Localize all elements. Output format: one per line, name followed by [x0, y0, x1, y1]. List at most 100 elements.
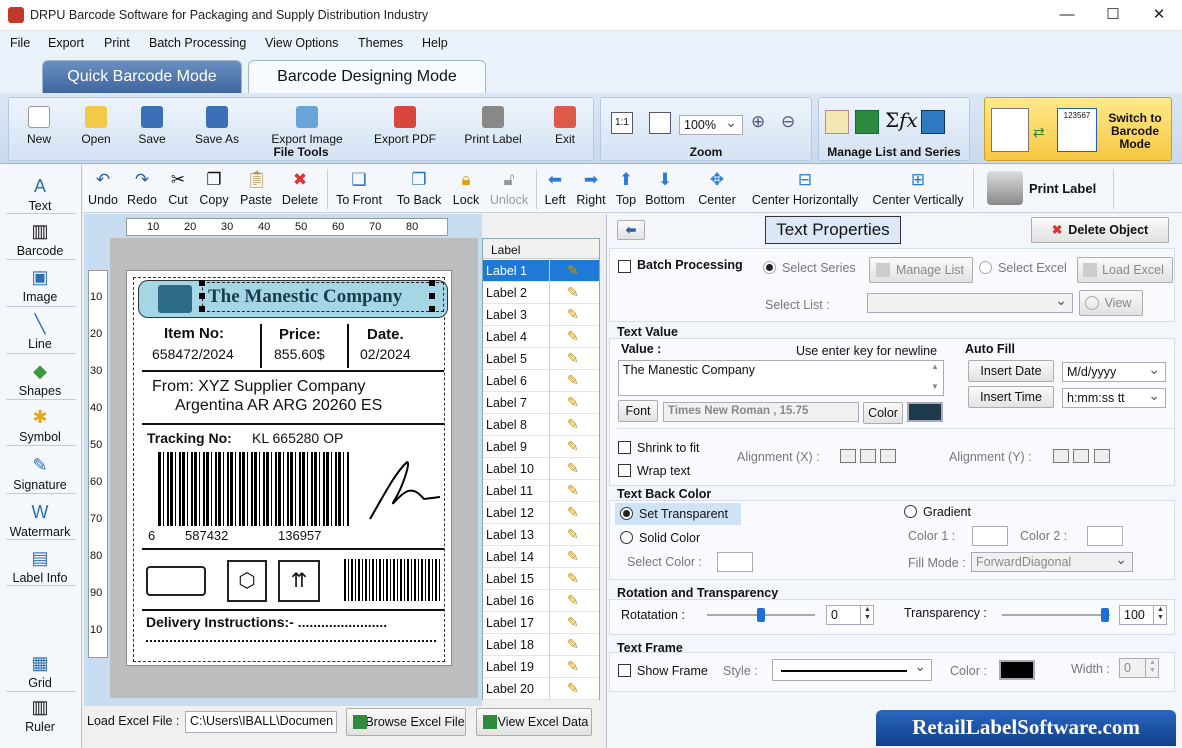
color-2-swatch[interactable]	[1087, 526, 1123, 546]
symbol-tool[interactable]: ✱ Symbol	[0, 406, 80, 444]
resize-handle[interactable]	[199, 280, 205, 286]
text-tool[interactable]: A Text	[0, 175, 80, 213]
label-list-item[interactable]: Label 6 ✎	[483, 370, 599, 392]
show-frame-checkbox[interactable]	[618, 664, 631, 677]
label-list-item[interactable]: Label 3 ✎	[483, 304, 599, 326]
edit-pencil-icon[interactable]: ✎	[567, 350, 579, 367]
menu-file[interactable]: File	[10, 36, 30, 50]
edit-pencil-icon[interactable]: ✎	[567, 614, 579, 631]
linear-barcode[interactable]	[158, 452, 350, 526]
zoom-in-icon[interactable]: ⊕	[751, 112, 765, 132]
label-list-item[interactable]: Label 11 ✎	[483, 480, 599, 502]
label-list-item[interactable]: Label 10 ✎	[483, 458, 599, 480]
align-left-icon[interactable]	[840, 449, 856, 463]
label-list-item[interactable]: Label 9 ✎	[483, 436, 599, 458]
edit-pencil-icon[interactable]: ✎	[567, 526, 579, 543]
image-tool[interactable]: ▣ Image	[0, 266, 80, 304]
tab-quick-barcode-mode[interactable]: Quick Barcode Mode	[42, 60, 242, 93]
color-1-swatch[interactable]	[972, 526, 1008, 546]
fit-to-window-icon[interactable]	[649, 112, 671, 134]
select-excel-radio[interactable]	[979, 261, 992, 274]
scroll-down-icon[interactable]: ▼	[931, 382, 939, 391]
delete-button[interactable]: ✖ Delete	[280, 170, 320, 207]
transparency-slider-thumb[interactable]	[1101, 608, 1109, 622]
browse-excel-button[interactable]: Browse Excel File	[346, 708, 466, 736]
frame-width-spinner[interactable]: ▲ ▼	[1145, 659, 1159, 677]
edit-list-icon[interactable]	[825, 110, 849, 134]
menu-print[interactable]: Print	[104, 36, 130, 50]
unlock-button[interactable]: 🔓︎ Unlock	[488, 170, 530, 207]
cut-button[interactable]: ✂ Cut	[165, 170, 191, 207]
delete-object-button[interactable]: ✖ Delete Object	[1031, 217, 1169, 243]
signature-image[interactable]	[364, 455, 444, 527]
label-list-item[interactable]: Label 13 ✎	[483, 524, 599, 546]
rotation-slider-thumb[interactable]	[757, 608, 765, 622]
edit-pencil-icon[interactable]: ✎	[567, 548, 579, 565]
edit-pencil-icon[interactable]: ✎	[567, 284, 579, 301]
align-bottom-button[interactable]: ⬇ Bottom	[644, 170, 686, 207]
label-list-item[interactable]: Label 5 ✎	[483, 348, 599, 370]
new-button[interactable]: New	[25, 106, 53, 146]
align-right-button[interactable]: ➡ Right	[575, 170, 607, 207]
load-excel-button[interactable]: Load Excel	[1077, 257, 1173, 283]
resize-handle[interactable]	[199, 293, 205, 299]
redo-button[interactable]: ↷ Redo	[126, 170, 158, 207]
view-button[interactable]: View	[1079, 290, 1143, 316]
lock-button[interactable]: 🔒︎ Lock	[451, 170, 481, 207]
switch-to-barcode-mode-button[interactable]: ⇄ 123567 Switch to Barcode Mode	[984, 97, 1172, 161]
edit-pencil-icon[interactable]: ✎	[567, 680, 579, 697]
label-list-item[interactable]: Label 19 ✎	[483, 656, 599, 678]
label-list-item[interactable]: Label 20 ✎	[483, 678, 599, 700]
export-image-button[interactable]: Export Image	[266, 106, 348, 146]
center-vertically-button[interactable]: ⊞ Center Vertically	[870, 170, 966, 207]
zoom-out-icon[interactable]: ⊖	[781, 112, 795, 132]
align-middle-icon[interactable]	[1073, 449, 1089, 463]
copy-button[interactable]: ❐ Copy	[197, 170, 231, 207]
ruler-tool[interactable]: ▥ Ruler	[0, 696, 80, 734]
edit-pencil-icon[interactable]: ✎	[567, 416, 579, 433]
time-format-select[interactable]: h:mm:ss tt	[1062, 387, 1166, 408]
maximize-button[interactable]: ☐	[1090, 0, 1136, 31]
resize-handle[interactable]	[429, 306, 435, 312]
to-front-button[interactable]: ❏ To Front	[334, 170, 384, 207]
solid-color-radio[interactable]	[620, 531, 633, 544]
resize-handle[interactable]	[429, 280, 435, 286]
edit-pencil-icon[interactable]: ✎	[567, 262, 579, 279]
shapes-tool[interactable]: ◆ Shapes	[0, 360, 80, 398]
transparency-slider[interactable]	[1002, 614, 1110, 616]
label-list-item[interactable]: Label 15 ✎	[483, 568, 599, 590]
color-button[interactable]: Color	[863, 402, 903, 424]
label-list-item[interactable]: Label 18 ✎	[483, 634, 599, 656]
align-right-icon[interactable]	[880, 449, 896, 463]
align-bottom-icon[interactable]	[1094, 449, 1110, 463]
align-top-button[interactable]: ⬆ Top	[614, 170, 638, 207]
edit-pencil-icon[interactable]: ✎	[567, 460, 579, 477]
label-list-item[interactable]: Label 14 ✎	[483, 546, 599, 568]
resize-handle[interactable]	[429, 293, 435, 299]
formula-icon[interactable]: Σfx	[885, 108, 918, 132]
label-list-item[interactable]: Label 12 ✎	[483, 502, 599, 524]
edit-pencil-icon[interactable]: ✎	[567, 482, 579, 499]
edit-pencil-icon[interactable]: ✎	[567, 636, 579, 653]
insert-time-button[interactable]: Insert Time	[968, 386, 1054, 408]
edit-pencil-icon[interactable]: ✎	[567, 570, 579, 587]
label-list-item[interactable]: Label 1 ✎	[483, 260, 599, 282]
label-list-item[interactable]: Label 8 ✎	[483, 414, 599, 436]
print-label-button[interactable]: Print Label	[983, 169, 1113, 209]
grid-tool[interactable]: ▦ Grid	[0, 652, 80, 690]
select-list-dropdown[interactable]	[867, 292, 1073, 313]
insert-date-button[interactable]: Insert Date	[968, 360, 1054, 382]
label-info-tool[interactable]: ▤ Label Info	[0, 547, 80, 585]
menu-export[interactable]: Export	[48, 36, 84, 50]
gradient-radio[interactable]	[904, 505, 917, 518]
label-list-item[interactable]: Label 4 ✎	[483, 326, 599, 348]
edit-pencil-icon[interactable]: ✎	[567, 328, 579, 345]
open-button[interactable]: Open	[79, 106, 113, 146]
solid-color-swatch[interactable]	[717, 552, 753, 572]
edit-pencil-icon[interactable]: ✎	[567, 592, 579, 609]
edit-pencil-icon[interactable]: ✎	[567, 504, 579, 521]
align-top-icon[interactable]	[1053, 449, 1069, 463]
menu-batch-processing[interactable]: Batch Processing	[149, 36, 246, 50]
edit-pencil-icon[interactable]: ✎	[567, 372, 579, 389]
menu-view-options[interactable]: View Options	[265, 36, 338, 50]
